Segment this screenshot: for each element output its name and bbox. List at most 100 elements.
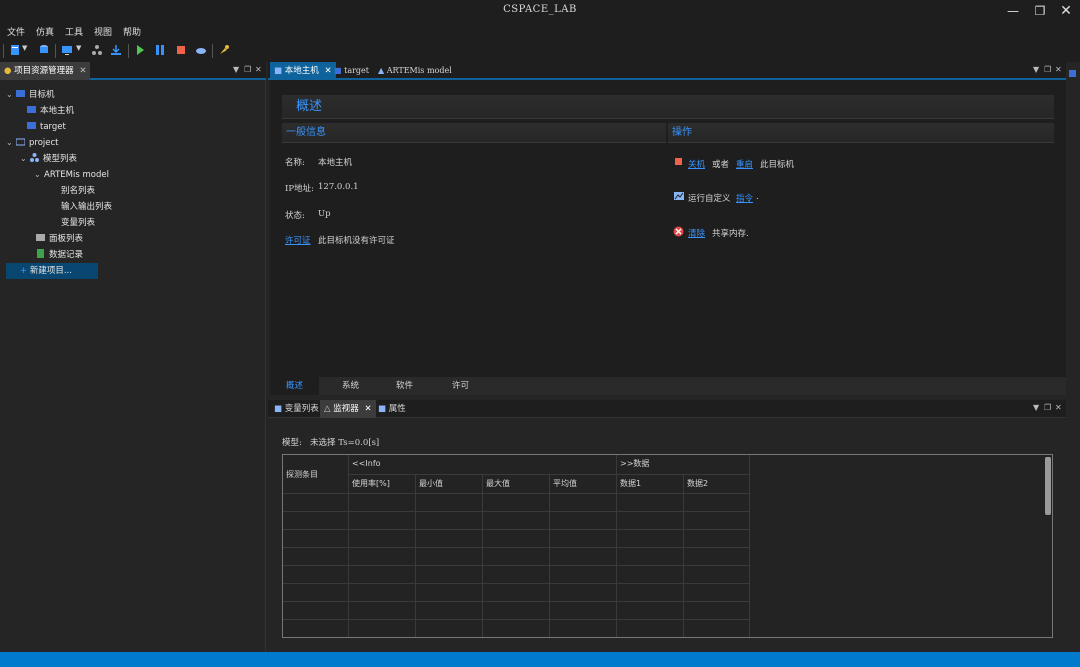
tree-item-new-project[interactable]: + 新建项目... [6,263,98,279]
tree-item-label: target [40,122,66,132]
chevron-down-icon[interactable]: ▼ [22,44,27,52]
title-bar: CSPACE_LAB — ❐ ✕ [0,0,1080,22]
add-icon: + [20,266,30,276]
tree-item-label: ARTEMis model [44,170,109,180]
panel-menu-icon[interactable]: ▼ [233,65,239,74]
grid-cell [617,530,684,548]
menu-view[interactable]: 视图 [94,25,112,38]
grid-cell [617,620,684,637]
tree-item-target[interactable]: target [6,119,264,135]
menu-simulation[interactable]: 仿真 [36,25,54,38]
close-icon[interactable]: ✕ [255,65,262,74]
tree-item-panel-list[interactable]: 面板列表 [6,231,264,247]
grid-cell [349,584,416,602]
chevron-down-icon[interactable]: ⌄ [6,87,16,103]
command-link[interactable]: 指令 [736,192,753,204]
restart-link[interactable]: 重启 [736,158,753,170]
tree-item-io-list[interactable]: 输入输出列表 [6,199,264,215]
grid-cell [283,494,349,512]
tab-system[interactable]: 系统 [326,377,375,395]
tab-local-host[interactable]: ■ 本地主机 ✕ [270,62,336,80]
tab-software[interactable]: 软件 [380,377,429,395]
close-button[interactable]: ✕ [1055,2,1077,20]
project-explorer-icon: ● [4,66,12,76]
ip-value: 127.0.0.1 [318,182,359,192]
download-icon[interactable] [110,44,122,56]
tab-monitor[interactable]: △ 监视器 ✕ [320,400,376,418]
grid-cell [550,566,617,584]
model-list-icon: ▲ [378,66,385,75]
tab-artemis-model[interactable]: ▲ ARTEMis model [374,62,456,80]
chevron-down-icon[interactable]: ⌄ [34,167,44,183]
menu-tools[interactable]: 工具 [65,25,83,38]
tree-item-target-machines[interactable]: ⌄ 目标机 [6,87,264,103]
float-icon[interactable]: ❐ [244,65,251,74]
tab-target[interactable]: ■ target [330,62,373,80]
grid-cell [283,530,349,548]
tree-item-data-record[interactable]: 数据记录 [6,247,264,263]
tree-item-project[interactable]: ⌄ project [6,135,264,151]
grid-header-info: <<Info [349,455,617,475]
panel-menu-icon[interactable]: ▼ [1033,403,1039,412]
tree-item-label: 变量列表 [61,218,96,228]
network-icon[interactable] [91,44,103,56]
play-icon[interactable] [134,44,146,56]
tree-item-artemis-model[interactable]: ⌄ ARTEMis model [6,167,264,183]
overview-page: 概述 一般信息 操作 名称: 本地主机 IP地址: 127.0.0.1 状态: … [270,80,1066,377]
tree-item-model-list[interactable]: ⌄ 模型列表 [6,151,264,167]
clear-link[interactable]: 清除 [688,227,705,239]
tab-properties[interactable]: ■ 属性 [374,400,410,418]
grid-cell [416,494,483,512]
grid-cell [550,620,617,637]
menu-help[interactable]: 帮助 [123,25,141,38]
close-icon[interactable]: ✕ [1055,65,1062,74]
run-custom-text: 运行自定义 [688,194,731,204]
grid-cell [483,620,550,637]
grid-col-data2: 数据2 [684,475,750,494]
grid-cell [617,584,684,602]
grid-cell [617,494,684,512]
tree-item-alias-list[interactable]: 别名列表 [6,183,264,199]
restore-button[interactable]: ❐ [1029,2,1051,20]
tab-variable-list[interactable]: ■ 变量列表 [270,400,323,418]
tree-item-local-host[interactable]: 本地主机 [6,103,264,119]
new-file-icon[interactable] [9,44,21,56]
tree-item-label: 目标机 [29,90,55,100]
cloud-icon[interactable] [195,44,207,56]
tab-overview[interactable]: 概述 [270,377,320,395]
grid-cell [684,584,750,602]
model-list-icon [30,153,39,162]
license-link[interactable]: 许可证 [285,234,311,246]
tab-project-explorer[interactable]: ● 项目资源管理器 ✕ [0,62,91,80]
menu-file[interactable]: 文件 [7,25,25,38]
page-title: 概述 [282,95,1054,119]
grid-col-usage: 使用率[%] [349,475,416,494]
float-icon[interactable]: ❐ [1044,65,1051,74]
stop-icon[interactable] [175,44,187,56]
pause-icon[interactable] [154,44,166,56]
grid-cell [617,512,684,530]
grid-cell [349,530,416,548]
grid-scrollbar[interactable] [1045,457,1051,515]
grid-col-max: 最大值 [483,475,550,494]
database-icon[interactable] [38,44,50,56]
monitor-icon[interactable] [61,44,73,56]
tab-license[interactable]: 许可 [436,377,485,395]
close-icon[interactable]: ✕ [1055,403,1062,412]
chevron-down-icon[interactable]: ⌄ [20,151,30,167]
chevron-down-icon[interactable]: ▼ [76,44,81,52]
build-icon[interactable] [218,44,230,56]
close-icon[interactable]: ✕ [79,66,86,76]
close-icon[interactable]: ✕ [364,404,371,414]
minimize-button[interactable]: — [1002,2,1024,20]
shutdown-link[interactable]: 关机 [688,158,705,170]
properties-icon: ■ [378,404,387,414]
panel-menu-icon[interactable]: ▼ [1033,65,1039,74]
this-target-text: 此目标机 [760,160,795,170]
grid-cell [416,602,483,620]
tree-item-variable-list[interactable]: 变量列表 [6,215,264,231]
float-icon[interactable]: ❐ [1044,403,1051,412]
host-icon[interactable] [1069,70,1076,77]
grid-cell [416,548,483,566]
chevron-down-icon[interactable]: ⌄ [6,135,16,151]
